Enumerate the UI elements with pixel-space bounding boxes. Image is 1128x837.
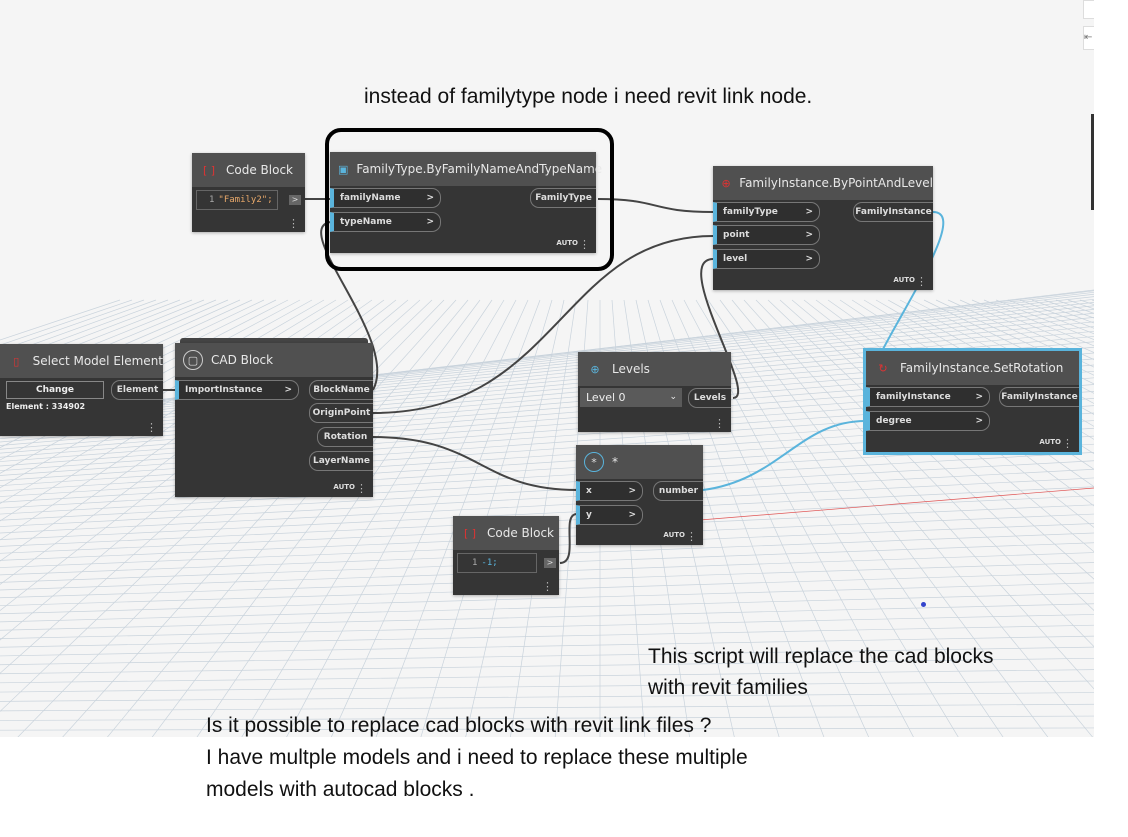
run-mode: AUTO bbox=[893, 276, 915, 284]
code-block-node-2[interactable]: [ ] Code Block 1 -1; > ⋮ bbox=[453, 516, 559, 595]
node-header[interactable]: ▣ FamilyType.ByFamilyNameAndTypeName bbox=[330, 152, 602, 186]
familytype-node[interactable]: ▣ FamilyType.ByFamilyNameAndTypeName fami… bbox=[330, 152, 602, 253]
output-number[interactable]: number bbox=[653, 481, 703, 501]
node-header[interactable]: [ ] Code Block bbox=[453, 516, 559, 550]
node-header[interactable]: ▢ CAD Block bbox=[175, 343, 373, 377]
multiply-icon: * bbox=[584, 452, 604, 472]
node-header[interactable]: ↻ FamilyInstance.SetRotation bbox=[866, 351, 1079, 385]
node-menu-icon[interactable]: ⋮ bbox=[1062, 438, 1073, 449]
run-mode: AUTO bbox=[1039, 438, 1061, 446]
node-header[interactable]: ⊕ FamilyInstance.ByPointAndLevel bbox=[713, 166, 933, 200]
output-port[interactable]: > bbox=[544, 558, 556, 568]
output-layername[interactable]: LayerName bbox=[309, 451, 373, 471]
node-header[interactable]: ⊕ Levels bbox=[578, 352, 731, 386]
select-model-element-node[interactable]: ▯ Select Model Element Change Element : 3… bbox=[0, 344, 163, 436]
chevron-down-icon: ⌄ bbox=[669, 392, 677, 402]
question-line-2: I have multple models and i need to repl… bbox=[206, 746, 748, 769]
input-degree[interactable]: degree > bbox=[866, 411, 990, 431]
wire-rotation[interactable] bbox=[372, 436, 578, 491]
zoom-button[interactable] bbox=[1083, 0, 1094, 19]
question-line-3: models with autocad blocks . bbox=[206, 778, 475, 801]
cad-block-icon: ▢ bbox=[183, 350, 203, 370]
code-editor[interactable]: 1 -1; bbox=[457, 553, 537, 573]
run-mode: AUTO bbox=[556, 239, 578, 247]
levels-icon: ⊕ bbox=[590, 362, 600, 376]
node-menu-icon[interactable]: ⋮ bbox=[686, 531, 697, 542]
input-familyname[interactable]: familyName > bbox=[330, 188, 441, 208]
select-cursor-icon: ▯ bbox=[13, 354, 20, 368]
output-familyinstance[interactable]: FamilyInstance bbox=[999, 387, 1079, 407]
run-mode: AUTO bbox=[663, 531, 685, 539]
cad-block-node[interactable]: ▢ CAD Block ImportInstance > BlockName Ori… bbox=[175, 343, 373, 497]
level-dropdown[interactable]: Level 0 ⌄ bbox=[580, 388, 682, 407]
node-menu-icon[interactable]: ⋮ bbox=[146, 422, 157, 433]
code-block-icon: [ ] bbox=[463, 526, 477, 540]
rotation-icon: ↻ bbox=[878, 361, 888, 375]
question-line-1: Is it possible to replace cad blocks wit… bbox=[206, 714, 712, 737]
input-familyinstance[interactable]: familyInstance > bbox=[866, 387, 990, 407]
input-point[interactable]: point > bbox=[713, 225, 820, 245]
multiply-node[interactable]: * * x > y > number AUTO ⋮ bbox=[576, 445, 703, 545]
code-block-icon: [ ] bbox=[202, 163, 216, 177]
node-header[interactable]: * * bbox=[576, 445, 703, 479]
input-x[interactable]: x > bbox=[576, 481, 643, 501]
output-port[interactable]: > bbox=[289, 195, 301, 205]
input-familytype[interactable]: familyType > bbox=[713, 202, 820, 222]
node-header[interactable]: [ ] Code Block bbox=[192, 153, 305, 187]
output-blockname[interactable]: BlockName bbox=[309, 380, 373, 400]
node-menu-icon[interactable]: ⋮ bbox=[916, 276, 927, 287]
element-id: Element : 334902 bbox=[6, 402, 86, 411]
annotation-right-1: This script will replace the cad blocks bbox=[648, 645, 994, 668]
wire-code-y[interactable] bbox=[559, 513, 578, 564]
family-instance-icon: ⊕ bbox=[721, 176, 731, 190]
origin-point-marker bbox=[921, 602, 926, 607]
familyinstance-setrotation-node[interactable]: ↻ FamilyInstance.SetRotation familyInstan… bbox=[863, 348, 1082, 455]
code-block-node-1[interactable]: [ ] Code Block 1 "Family2"; > ⋮ bbox=[192, 153, 305, 232]
scrollbar[interactable] bbox=[1091, 114, 1094, 210]
node-menu-icon[interactable]: ⋮ bbox=[714, 418, 725, 429]
node-menu-icon[interactable]: ⋮ bbox=[542, 581, 553, 592]
code-editor[interactable]: 1 "Family2"; bbox=[196, 190, 278, 210]
input-typename[interactable]: typeName > bbox=[330, 212, 441, 232]
node-menu-icon[interactable]: ⋮ bbox=[288, 218, 299, 229]
output-familyinstance[interactable]: FamilyInstance bbox=[853, 202, 933, 222]
output-familytype[interactable]: FamilyType bbox=[530, 188, 596, 208]
annotation-right-2: with revit families bbox=[648, 676, 808, 699]
graph-canvas[interactable]: [ ] Code Block 1 "Family2"; > ⋮ ▣ FamilyTyp… bbox=[0, 0, 1094, 737]
output-rotation[interactable]: Rotation bbox=[317, 427, 373, 447]
change-button[interactable]: Change bbox=[6, 381, 104, 399]
annotation-top: instead of familytype node i need revit … bbox=[364, 85, 813, 108]
wire-familytype[interactable] bbox=[597, 198, 714, 213]
output-originpoint[interactable]: OriginPoint bbox=[309, 403, 373, 423]
node-header[interactable]: ▯ Select Model Element bbox=[0, 344, 163, 378]
familyinstance-bypointandlevel-node[interactable]: ⊕ FamilyInstance.ByPointAndLevel familyTy… bbox=[713, 166, 933, 290]
fit-view-button[interactable]: ⇤ bbox=[1083, 26, 1094, 50]
node-menu-icon[interactable]: ⋮ bbox=[356, 483, 367, 494]
output-element[interactable]: Element bbox=[111, 380, 163, 400]
output-levels[interactable]: Levels bbox=[688, 388, 731, 408]
input-level[interactable]: level > bbox=[713, 249, 820, 269]
input-importinstance[interactable]: ImportInstance > bbox=[175, 380, 299, 400]
input-y[interactable]: y > bbox=[576, 505, 643, 525]
levels-node[interactable]: ⊕ Levels Level 0 ⌄ Levels ⋮ bbox=[578, 352, 731, 432]
node-menu-icon[interactable]: ⋮ bbox=[579, 239, 590, 250]
run-mode: AUTO bbox=[333, 483, 355, 491]
family-type-icon: ▣ bbox=[338, 162, 349, 176]
